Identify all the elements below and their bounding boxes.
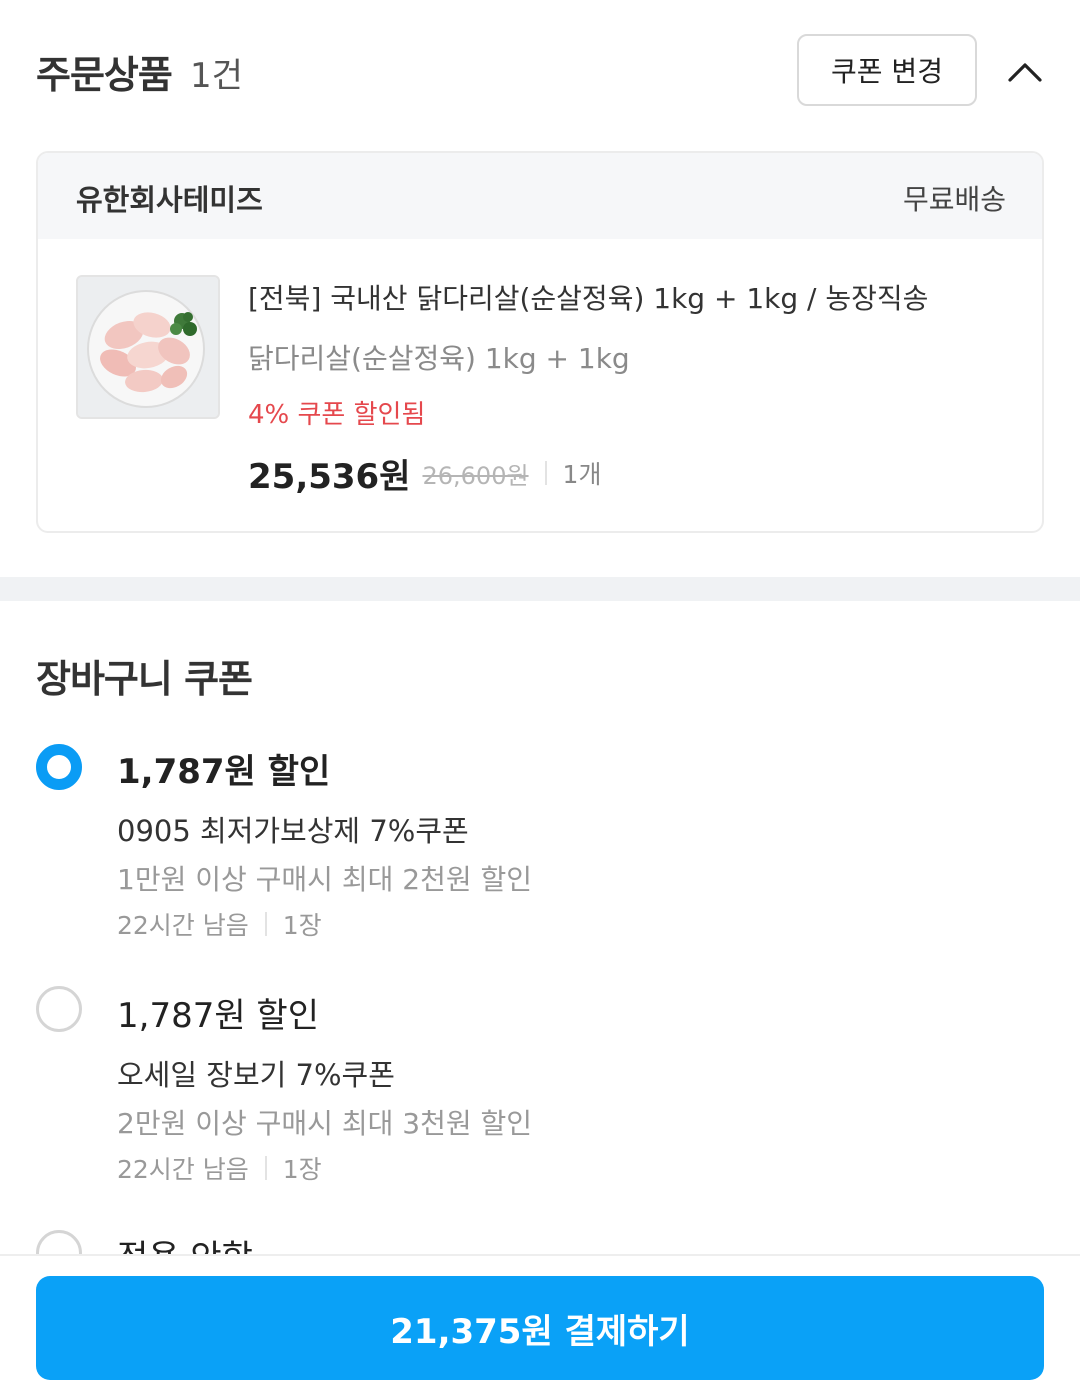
- shipping-label: 무료배송: [902, 183, 1006, 216]
- coupon-meta: 22시간 남음 1장: [117, 1150, 322, 1186]
- product-card: 유한회사테미즈 무료배송 [전북] 국내산 닭다리살(순살정육) 1kg + 1…: [36, 151, 1044, 533]
- product-thumbnail[interactable]: [76, 275, 220, 419]
- quantity: 1개: [562, 460, 602, 489]
- order-header: 주문상품 1건 쿠폰 변경: [0, 0, 1080, 140]
- coupon-remaining: 22시간 남음: [117, 911, 249, 940]
- coupon-amount: 1,787원 할인: [117, 752, 331, 792]
- sale-price: 25,536원: [248, 456, 411, 497]
- coupon-name: 오세일 장보기 7%쿠폰: [117, 1058, 395, 1092]
- price-row: 25,536원 26,600원 1개: [248, 451, 602, 497]
- coupon-applied-label: 4% 쿠폰 할인됨: [248, 400, 426, 430]
- coupon-condition: 2만원 이상 구매시 최대 3천원 할인: [117, 1107, 533, 1140]
- order-count: 1건: [190, 56, 243, 96]
- raw-chicken-thigh-image: [78, 277, 218, 417]
- cart-coupon-title: 장바구니 쿠폰: [36, 657, 253, 701]
- seller-bar: 유한회사테미즈 무료배송: [38, 153, 1042, 239]
- coupon-count: 1장: [282, 1155, 322, 1184]
- radio-unselected[interactable]: [36, 986, 82, 1032]
- divider: [544, 461, 547, 485]
- coupon-meta: 22시간 남음 1장: [117, 906, 322, 942]
- coupon-change-button[interactable]: 쿠폰 변경: [797, 34, 977, 106]
- section-separator: [0, 577, 1080, 601]
- pay-button[interactable]: 21,375원 결제하기: [36, 1276, 1044, 1380]
- coupon-remaining: 22시간 남음: [117, 1155, 249, 1184]
- coupon-count: 1장: [282, 911, 322, 940]
- product-name[interactable]: [전북] 국내산 닭다리살(순살정육) 1kg + 1kg / 농장직송: [248, 277, 928, 317]
- seller-name: 유한회사테미즈: [76, 183, 263, 217]
- collapse-button[interactable]: [1000, 50, 1050, 94]
- coupon-amount: 1,787원 할인: [117, 996, 319, 1036]
- divider: [264, 1156, 267, 1180]
- chevron-up-icon: [1008, 63, 1042, 82]
- original-price: 26,600원: [422, 461, 529, 490]
- product-option: 닭다리살(순살정육) 1kg + 1kg: [248, 342, 630, 375]
- divider: [264, 912, 267, 936]
- bottom-bar: 21,375원 결제하기: [0, 1254, 1080, 1389]
- order-title: 주문상품: [36, 53, 173, 97]
- coupon-name: 0905 최저가보상제 7%쿠폰: [117, 814, 469, 848]
- radio-selected[interactable]: [36, 744, 82, 790]
- coupon-condition: 1만원 이상 구매시 최대 2천원 할인: [117, 863, 533, 896]
